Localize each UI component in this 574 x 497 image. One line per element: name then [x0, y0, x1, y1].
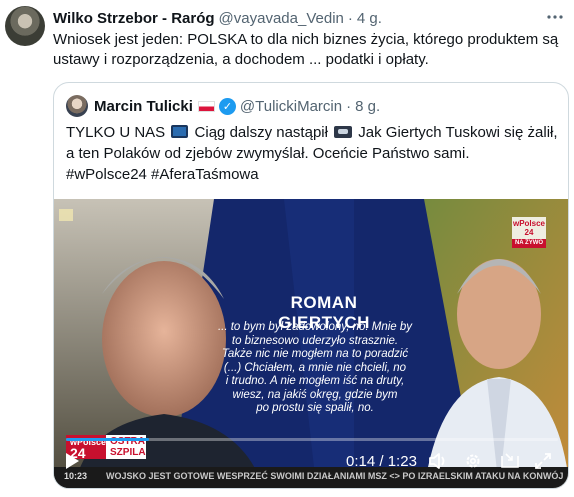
quote-line: (...) Chciałem, a mnie nie chcieli, no [223, 361, 407, 374]
time-separator: / [379, 453, 384, 470]
quote-line: ... to bym był zadowolony, no. Mnie by [217, 321, 413, 333]
quoted-text: TYLKO U NAS Ciąg dalszy nastąpił Jak Gie… [66, 122, 560, 185]
tweet-text: Wniosek jest jeden: POLSKA to dla nich b… [53, 30, 568, 70]
quoted-hashtags[interactable]: #wPolsce24 #AferaTaśmowa [66, 164, 560, 185]
tweet-text-line1: Wniosek jest jeden: POLSKA to dla nich b… [53, 31, 559, 48]
quote-line: to biznesowo uderzyło strasznie. [231, 334, 399, 347]
quote-line: Także nic nie mogłem na to poradzić [221, 348, 409, 360]
verified-badge-icon: ✓ [218, 97, 236, 115]
quote-caption: ... to bym był zadowolony, no. Mnie by t… [194, 321, 436, 416]
tweet-timestamp[interactable]: 4 g. [357, 10, 382, 27]
settings-gear-icon[interactable] [464, 452, 488, 476]
quoted-timestamp[interactable]: 8 g. [355, 98, 380, 115]
author-name[interactable]: Wilko Strzebor - Raróg [53, 10, 215, 27]
poland-flag-icon [197, 100, 215, 112]
quoted-author-name[interactable]: Marcin Tulicki [94, 98, 193, 115]
video-time-readout: 0:14 / 1:23 [346, 453, 417, 470]
tweet-text-line2: ustawy i rozporządzenia, a dochodem ... … [53, 51, 429, 68]
channel-logo-text: wPolsce [512, 219, 545, 228]
quote-line: po prostu się spalił, no. [256, 402, 374, 414]
tv-emoji-icon [171, 125, 189, 138]
separator-dot: · [346, 97, 352, 115]
fullscreen-icon[interactable] [534, 452, 558, 476]
tweet-card[interactable]: Wilko Strzebor - Raróg @vayavada_Vedin ·… [0, 0, 574, 497]
pip-icon[interactable] [500, 452, 524, 476]
live-badge: NA ŻYWO [512, 239, 546, 248]
quoted-tweet[interactable]: Marcin Tulicki ✓ @TulickiMarcin · 8 g. T… [53, 82, 569, 489]
current-time: 0:14 [346, 453, 376, 470]
video-progress-fill [66, 438, 150, 441]
video-player[interactable]: wPolsce 24 NA ŻYWO ROMAN GIERTYCH ... to… [54, 199, 568, 488]
quoted-text-part1: TYLKO U NAS [66, 124, 166, 141]
more-dots-icon[interactable] [544, 6, 566, 28]
quoted-author-avatar[interactable] [66, 95, 88, 117]
duration: 1:23 [387, 453, 417, 470]
separator-dot: · [347, 9, 353, 27]
quoted-text-line1: TYLKO U NAS Ciąg dalszy nastąpił Jak Gie… [66, 122, 560, 143]
quote-line: wiesz, na jakiś okręg, gdzie bym [232, 388, 398, 401]
video-controls: 0:14 / 1:23 [54, 446, 568, 486]
video-progress-bar[interactable] [66, 438, 558, 441]
quoted-author-handle[interactable]: @TulickiMarcin [240, 98, 342, 115]
quoted-text-part3: Jak Giertych Tuskowi się żalił, [358, 124, 558, 141]
cassette-emoji-icon [334, 126, 353, 138]
channel-logo-top: wPolsce 24 [512, 217, 546, 239]
quoted-text-part2: Ciąg dalszy nastąpił [194, 124, 328, 141]
volume-icon[interactable] [428, 452, 452, 476]
channel-logo-number: 24 [524, 228, 534, 237]
quoted-text-line2: a ten Polaków od zjebów zwymyślał. Oceńc… [66, 145, 470, 162]
author-avatar[interactable] [5, 6, 45, 46]
quote-line: i trudno. A nie mogłem iść na druty, [225, 375, 405, 387]
author-handle[interactable]: @vayavada_Vedin [219, 10, 344, 27]
quoted-header: Marcin Tulicki ✓ @TulickiMarcin · 8 g. [94, 96, 380, 116]
tweet-header: Wilko Strzebor - Raróg @vayavada_Vedin ·… [53, 8, 382, 28]
play-icon[interactable] [64, 452, 88, 476]
